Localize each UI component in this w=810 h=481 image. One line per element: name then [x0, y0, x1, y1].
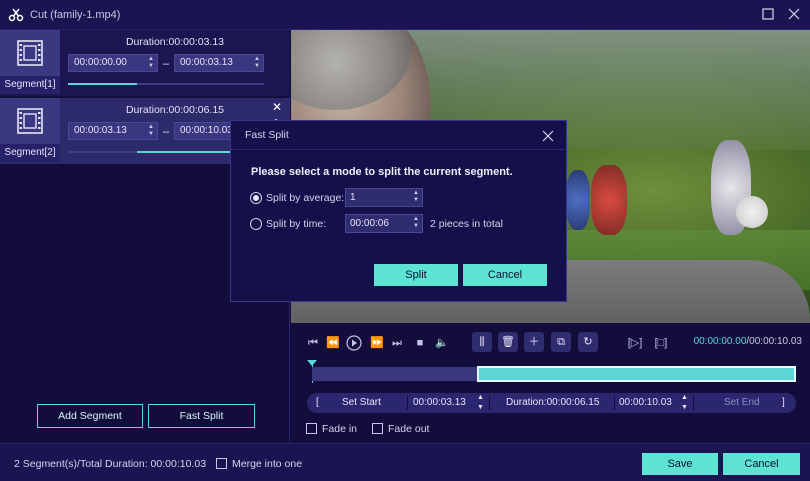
spinner-icon[interactable]: ▲▼ [681, 393, 688, 413]
average-count-field[interactable]: 1 ▲ ▼ [345, 188, 423, 207]
add-icon[interactable]: ＋ [524, 332, 544, 352]
save-button[interactable]: Save [642, 453, 718, 475]
bracket-right: ] [782, 397, 785, 408]
cancel-button[interactable]: Cancel [723, 453, 800, 475]
player-controls: ⏮ ⏪ ⏩ ⏭ ■ 🔈 ⫼ 🗑 ＋ ⧉ ↻ [▷] [□] 00:00:00.0… [291, 323, 810, 443]
copy-icon[interactable]: ⧉ [551, 332, 571, 352]
segment-start-value: 00:00:03.13 [74, 125, 127, 136]
segment-duration: Duration:00:00:06.15 [125, 104, 225, 116]
segment-end-field[interactable]: 00:00:03.13 ▲ ▼ [174, 54, 264, 72]
total-summary: 2 Segment(s)/Total Duration: 00:00:10.03 [14, 458, 207, 470]
stop-icon[interactable]: ■ [412, 335, 428, 351]
split-button[interactable]: Split [374, 264, 458, 286]
add-segment-button[interactable]: Add Segment [37, 404, 143, 428]
segment-progress-fill [68, 83, 137, 85]
dialog-message: Please select a mode to split the curren… [251, 166, 513, 178]
timeline-track[interactable] [312, 366, 796, 382]
segment-item-1[interactable]: Segment[1] Duration:00:00:03.13 00:00:00… [0, 30, 290, 96]
maximize-button[interactable] [760, 7, 776, 23]
volume-icon[interactable]: 🔈 [434, 335, 450, 351]
time-readout: 00:00:00.00/00:00:10.03 [694, 336, 802, 347]
fade-out-label: Fade out [388, 423, 430, 435]
split-time-radio[interactable] [250, 218, 262, 230]
film-icon [0, 30, 60, 76]
footer-bar: 2 Segment(s)/Total Duration: 00:00:10.03… [0, 443, 810, 481]
dialog-divider [231, 149, 566, 150]
segment-end-value: 00:00:03.13 [180, 57, 233, 68]
spinner-icon[interactable]: ▲▼ [147, 124, 155, 138]
split-icon[interactable]: ⫼ [472, 332, 492, 352]
video-figure [566, 170, 590, 230]
window-title: Cut (family-1.mp4) [30, 9, 121, 21]
segment-start-field[interactable]: 00:00:00.00 ▲ ▼ [68, 54, 158, 72]
skip-end-icon[interactable]: ⏭ [389, 335, 405, 351]
timeline-selection[interactable] [476, 366, 796, 382]
segment-progress-track [68, 83, 264, 85]
trash-icon[interactable]: 🗑 [498, 332, 518, 352]
fast-split-dialog: Fast Split Please select a mode to split… [230, 120, 567, 302]
split-time-field[interactable]: 00:00:06 ▲ ▼ [345, 214, 423, 233]
current-time: 00:00:00.00 [693, 336, 747, 347]
video-ball [736, 196, 768, 228]
segment-start-field[interactable]: 00:00:03.13 ▲ ▼ [68, 122, 158, 140]
range-dash: – [163, 58, 170, 70]
pieces-total-text: 2 pieces in total [430, 218, 503, 230]
start-time-value[interactable]: 00:00:03.13 [413, 393, 466, 413]
close-icon[interactable] [542, 126, 554, 147]
range-dash: – [163, 126, 170, 138]
dialog-title: Fast Split [245, 129, 289, 141]
spinner-icon[interactable]: ▲▼ [253, 56, 261, 70]
segment-duration: Duration:00:00:03.13 [125, 36, 225, 48]
set-end-button[interactable]: Set End [724, 393, 760, 413]
dialog-cancel-button[interactable]: Cancel [463, 264, 547, 286]
fade-in-checkbox[interactable] [306, 423, 317, 434]
scissors-icon [8, 7, 24, 23]
fade-out-checkbox[interactable] [372, 423, 383, 434]
duration-value: Duration:00:00:06.15 [506, 397, 600, 408]
segment-start-value: 00:00:00.00 [74, 57, 127, 68]
step-back-icon[interactable]: ⏪ [325, 335, 341, 351]
segment-label: Segment[2] [0, 144, 60, 162]
split-average-label: Split by average: [266, 192, 345, 204]
spinner-icon[interactable]: ▲▼ [412, 190, 420, 204]
segment-label: Segment[1] [0, 76, 60, 94]
fade-in-label: Fade in [322, 423, 358, 435]
title-bar: Cut (family-1.mp4) [0, 0, 810, 30]
mark-in-icon[interactable]: [▷] [627, 335, 643, 351]
split-time-label: Split by time: [266, 218, 327, 230]
video-figure [591, 165, 627, 235]
reset-icon[interactable]: ↻ [578, 332, 598, 352]
set-start-button[interactable]: Set Start [342, 393, 381, 413]
bracket-left: [ [316, 397, 319, 408]
skip-start-icon[interactable]: ⏮ [305, 335, 321, 351]
play-icon[interactable] [346, 335, 362, 351]
mark-out-icon[interactable]: [□] [653, 335, 669, 351]
merge-label: Merge into one [232, 458, 303, 470]
step-forward-icon[interactable]: ⏩ [369, 335, 385, 351]
close-window-button[interactable] [786, 7, 802, 23]
total-time: /00:00:10.03 [746, 336, 802, 347]
film-icon [0, 98, 60, 144]
segment-end-value: 00:00:10.03 [180, 125, 233, 136]
fast-split-button[interactable]: Fast Split [148, 404, 255, 428]
spinner-icon[interactable]: ▲▼ [147, 56, 155, 70]
split-time-value: 00:00:06 [350, 218, 389, 229]
spinner-icon[interactable]: ▲▼ [477, 393, 484, 413]
split-average-radio[interactable] [250, 192, 262, 204]
average-count-value: 1 [350, 192, 356, 203]
set-range-bar: [ Set Start 00:00:03.13 ▲ ▼ Duration:00:0… [307, 393, 796, 413]
merge-checkbox[interactable] [216, 458, 227, 469]
spinner-icon[interactable]: ▲▼ [412, 216, 420, 230]
end-time-value[interactable]: 00:00:10.03 [619, 393, 672, 413]
